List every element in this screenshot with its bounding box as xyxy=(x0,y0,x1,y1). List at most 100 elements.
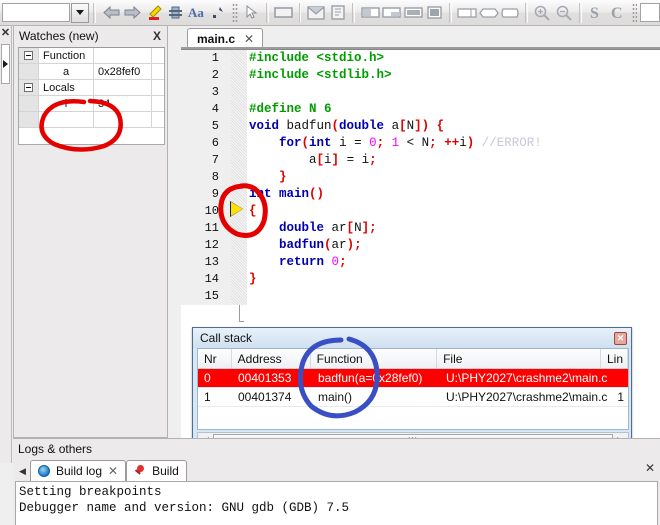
code-text[interactable]: #define N 6 xyxy=(249,101,332,118)
fold-margin[interactable] xyxy=(231,67,247,84)
back-arrow-icon[interactable] xyxy=(100,2,122,24)
watches-table[interactable]: Function a 0x28fef0 Locals i 34 xyxy=(18,47,165,145)
table-row[interactable]: Locals xyxy=(19,80,164,96)
toolbar-grip[interactable] xyxy=(631,2,637,23)
fold-margin[interactable] xyxy=(231,169,247,186)
expander-cell[interactable] xyxy=(19,48,39,63)
call-stack-dialog[interactable]: Call stack ✕ Nr Address Function File Li… xyxy=(192,327,632,454)
panel-left-icon[interactable] xyxy=(359,2,381,24)
call-stack-close-icon[interactable]: ✕ xyxy=(614,331,627,345)
code-text[interactable]: } xyxy=(249,169,287,186)
code-line[interactable]: 2 #include <stdlib.h> xyxy=(181,67,660,84)
code-line[interactable]: 4 #define N 6 xyxy=(181,101,660,118)
code-line[interactable]: 6 for(int i = 0; 1 < N; ++i) //ERROR! xyxy=(181,135,660,152)
code-text[interactable]: badfun(ar); xyxy=(249,237,362,254)
code-text[interactable]: a[i] = i; xyxy=(249,152,377,169)
shape-round-icon[interactable] xyxy=(478,2,500,24)
panel-solid-icon[interactable] xyxy=(424,2,446,24)
column-header-address[interactable]: Address xyxy=(232,349,311,368)
column-header-file[interactable]: File xyxy=(437,349,601,368)
rectangle-icon[interactable] xyxy=(273,2,295,24)
code-line[interactable]: 14} xyxy=(181,271,660,288)
left-strip-close-icon[interactable]: ✕ xyxy=(0,26,11,40)
collapse-icon[interactable] xyxy=(24,83,33,92)
collapse-icon[interactable] xyxy=(24,51,33,60)
code-line[interactable]: 7 a[i] = i; xyxy=(181,152,660,169)
expander-cell[interactable] xyxy=(19,80,39,95)
watches-close-icon[interactable]: X xyxy=(153,29,161,43)
table-row[interactable]: i 34 xyxy=(19,96,164,112)
left-strip-expand-button[interactable] xyxy=(1,44,10,84)
code-text[interactable]: { xyxy=(249,203,257,220)
letter-s-icon[interactable]: S xyxy=(586,2,608,24)
tab-build-log[interactable]: Build log ✕ xyxy=(30,460,127,481)
fold-margin[interactable] xyxy=(231,237,247,254)
code-line[interactable]: 8 } xyxy=(181,169,660,186)
code-line[interactable]: 12 badfun(ar); xyxy=(181,237,660,254)
code-text[interactable]: double ar[N]; xyxy=(249,220,377,237)
code-text[interactable]: void badfun(double a[N]) { xyxy=(249,118,444,135)
table-row[interactable]: 1 00401374 main() U:\PHY2027\crashme2\ma… xyxy=(198,388,628,407)
font-size-icon[interactable]: Aa xyxy=(186,2,208,24)
shape-rect-icon[interactable] xyxy=(456,2,478,24)
tab-close-icon[interactable]: ✕ xyxy=(244,32,254,46)
code-text[interactable]: int main() xyxy=(249,186,324,203)
toolbar-end-input[interactable] xyxy=(639,3,660,22)
tab-close-icon[interactable]: ✕ xyxy=(108,464,118,478)
call-stack-table[interactable]: Nr Address Function File Lin 0 00401353 … xyxy=(197,348,629,430)
highlight-pen-icon[interactable] xyxy=(143,2,165,24)
pointer-icon[interactable] xyxy=(241,2,263,24)
fold-margin[interactable] xyxy=(231,50,247,67)
fold-margin[interactable] xyxy=(231,118,247,135)
column-header-function[interactable]: Function xyxy=(311,349,438,368)
panel-right-icon[interactable] xyxy=(381,2,403,24)
tab-build-messages[interactable]: Build xyxy=(126,460,187,481)
logs-close-icon[interactable]: ✕ xyxy=(645,461,655,475)
zoom-out-icon[interactable] xyxy=(553,2,575,24)
code-line[interactable]: 3 xyxy=(181,84,660,101)
note-icon[interactable] xyxy=(327,2,349,24)
fold-margin[interactable] xyxy=(231,152,247,169)
code-line[interactable]: 15 xyxy=(181,288,660,305)
tab-main-c[interactable]: main.c ✕ xyxy=(187,28,264,48)
code-text[interactable]: } xyxy=(249,271,257,288)
code-text[interactable]: for(int i = 0; 1 < N; ++i) //ERROR! xyxy=(249,135,542,152)
table-row[interactable]: a 0x28fef0 xyxy=(19,64,164,80)
code-line[interactable]: 9 int main() xyxy=(181,186,660,203)
search-combo-dropdown-button[interactable] xyxy=(71,2,90,23)
code-line[interactable]: 13 return 0; xyxy=(181,254,660,271)
fold-margin[interactable] xyxy=(231,84,247,101)
call-stack-titlebar[interactable]: Call stack ✕ xyxy=(193,328,631,348)
column-header-nr[interactable]: Nr xyxy=(198,349,232,368)
toolbar-separator xyxy=(524,2,528,23)
toolbar-grip[interactable] xyxy=(232,2,238,23)
fold-margin[interactable] xyxy=(231,101,247,118)
select-all-icon[interactable] xyxy=(208,2,230,24)
code-text[interactable]: return 0; xyxy=(249,254,347,271)
search-combo-input[interactable] xyxy=(2,3,71,22)
code-text[interactable]: #include <stdlib.h> xyxy=(249,67,392,84)
code-line[interactable]: 5 void badfun(double a[N]) { xyxy=(181,118,660,135)
bookmark-icon[interactable] xyxy=(165,2,187,24)
letter-c-icon[interactable]: C xyxy=(607,2,629,24)
table-row[interactable] xyxy=(19,112,164,128)
code-line[interactable]: 1 #include <stdio.h> xyxy=(181,50,660,67)
table-row[interactable]: 0 00401353 badfun(a=0x28fef0) U:\PHY2027… xyxy=(198,369,628,388)
logs-tab-scroll-left-icon[interactable]: ◀ xyxy=(15,461,30,481)
fold-margin[interactable] xyxy=(231,220,247,237)
panel-fill-icon[interactable] xyxy=(402,2,424,24)
shape-hex-icon[interactable] xyxy=(499,2,521,24)
forward-arrow-icon[interactable] xyxy=(122,2,144,24)
fold-margin[interactable] xyxy=(231,135,247,152)
envelope-icon[interactable] xyxy=(305,2,327,24)
zoom-in-icon[interactable] xyxy=(532,2,554,24)
fold-margin[interactable] xyxy=(231,254,247,271)
fold-margin[interactable] xyxy=(231,288,247,305)
code-line[interactable]: 10 { xyxy=(181,203,660,220)
table-row[interactable]: Function xyxy=(19,48,164,64)
code-line[interactable]: 11 double ar[N]; xyxy=(181,220,660,237)
column-header-line[interactable]: Lin xyxy=(601,349,628,368)
fold-margin[interactable] xyxy=(231,271,247,288)
logs-output-text[interactable]: Setting breakpoints Debugger name and ve… xyxy=(15,481,658,525)
code-text[interactable]: #include <stdio.h> xyxy=(249,50,384,67)
